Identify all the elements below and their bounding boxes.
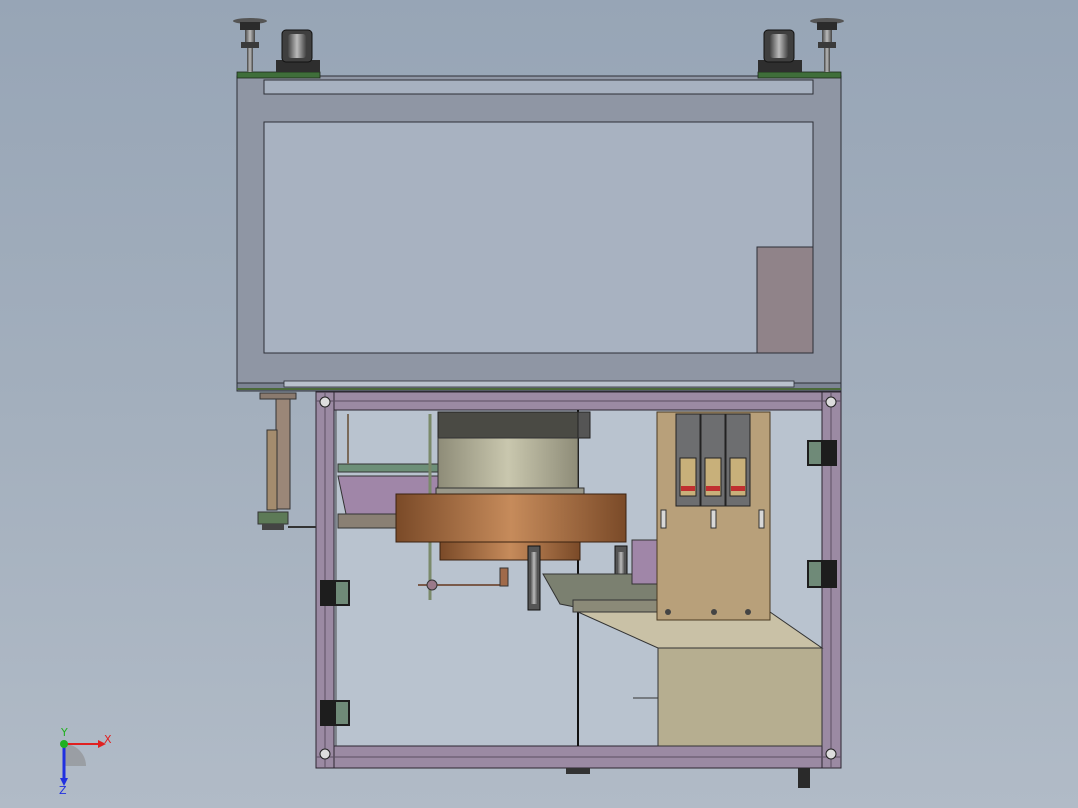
hinge-2 [320,700,350,726]
y-axis-label: Y [60,726,68,739]
hinge-4 [807,560,837,588]
drum [435,411,591,497]
orientation-triad: X Y Z [59,726,112,796]
hinge-1 [320,580,350,606]
leveling-foot-right [810,18,844,72]
breaker-2 [700,413,726,507]
caster-right [758,29,802,72]
junction-box [756,246,814,354]
breaker-1 [675,413,701,507]
upper-frame [236,71,842,392]
x-axis-label: X [104,733,112,746]
leveling-foot-left [233,18,267,72]
hinge-3 [807,440,837,466]
breaker-3 [725,413,751,507]
y-axis-dot [60,740,68,748]
z-axis-label: Z [59,784,67,796]
triad-shading [64,744,86,766]
cad-viewport[interactable] [0,0,1078,808]
caster-left [276,29,320,72]
side-bracket [257,392,316,530]
